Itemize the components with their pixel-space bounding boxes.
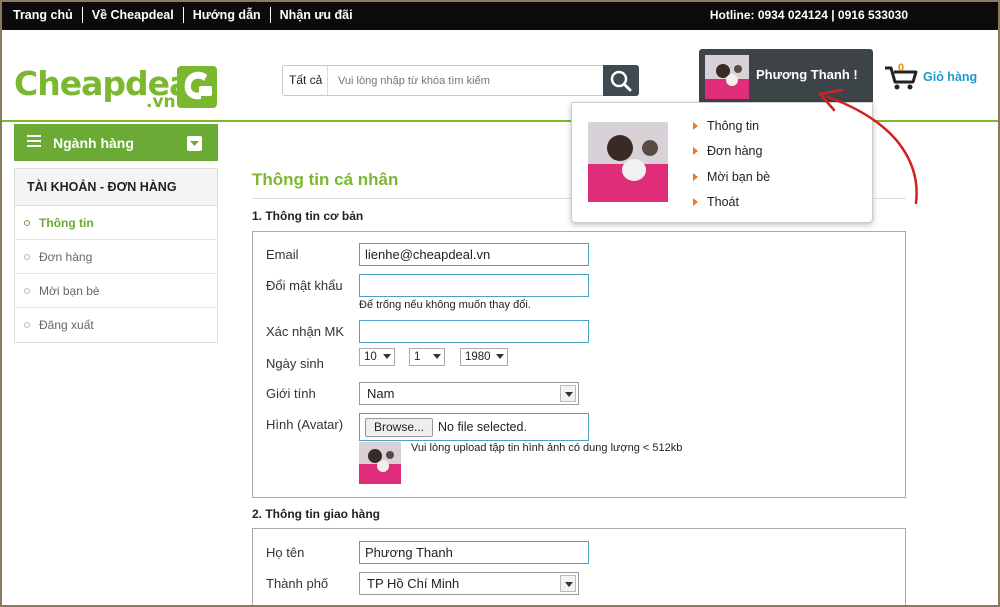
browse-button[interactable]: Browse... <box>365 418 434 437</box>
sidebar-item-label: Đăng xuất <box>39 318 94 332</box>
sidebar-item-label: Đơn hàng <box>39 250 93 264</box>
sidebar-item-label: Mời bạn bè <box>39 284 100 298</box>
user-avatar <box>705 55 749 99</box>
city-value: TP Hồ Chí Minh <box>367 576 460 591</box>
dropdown-item-logout[interactable]: Thoát <box>693 195 739 209</box>
dropdown-item-orders[interactable]: Đơn hàng <box>692 144 762 158</box>
birth-day-value: 10 <box>364 351 377 363</box>
bullet-icon <box>24 322 30 328</box>
birth-year-select[interactable]: 1980 <box>460 348 508 366</box>
gender-select[interactable]: Nam <box>359 382 579 405</box>
nav-home-link[interactable]: Trang chủ <box>4 7 83 23</box>
logo-mark-icon <box>177 66 217 108</box>
sidebar-item-invite[interactable]: Mời bạn bè <box>15 274 217 308</box>
search-bar: Tất cả <box>282 65 639 96</box>
bullet-icon <box>24 220 30 226</box>
avatar-hint: Vui lòng upload tập tin hình ảnh có dung… <box>411 442 683 454</box>
chevron-down-icon <box>496 354 504 359</box>
chevron-down-icon <box>560 575 576 592</box>
chevron-down-icon <box>383 354 391 359</box>
avatar-preview-image <box>359 442 401 484</box>
nav-about-link[interactable]: Về Cheapdeal <box>83 7 184 23</box>
sidebar-item-info[interactable]: Thông tin <box>15 206 217 240</box>
birth-day-select[interactable]: 10 <box>359 348 395 366</box>
fullname-label: Họ tên <box>266 545 305 560</box>
sidebar-item-label: Thông tin <box>39 216 94 230</box>
birth-year-value: 1980 <box>465 351 491 363</box>
search-button[interactable] <box>603 65 639 96</box>
birth-month-value: 1 <box>414 351 421 363</box>
logo[interactable]: Cheapdeal .vn <box>14 66 219 112</box>
top-nav: Trang chủ Về Cheapdeal Hướng dẫn Nhận ưu… <box>4 0 362 30</box>
fullname-field[interactable]: Phương Thanh <box>359 541 589 564</box>
shipping-info-box <box>252 528 906 607</box>
chevron-down-icon <box>433 354 441 359</box>
chevron-down-icon <box>560 385 576 402</box>
no-file-text: No file selected. <box>438 420 527 434</box>
sidebar-item-orders[interactable]: Đơn hàng <box>15 240 217 274</box>
city-select[interactable]: TP Hồ Chí Minh <box>359 572 579 595</box>
confirm-password-field[interactable] <box>359 320 589 343</box>
cart-label: Giỏ hàng <box>923 70 978 84</box>
bullet-icon <box>24 288 30 294</box>
nav-guide-link[interactable]: Hướng dẫn <box>184 7 271 23</box>
cart-count-badge: 0 <box>898 62 905 74</box>
annotation-arrow-icon <box>818 88 918 205</box>
birth-month-select[interactable]: 1 <box>409 348 445 366</box>
hotline-text: Hotline: 0934 024124 | 0916 533030 <box>709 8 908 22</box>
chevron-down-icon <box>187 136 202 151</box>
search-category-select[interactable]: Tất cả <box>283 66 328 95</box>
category-menu-label: Ngành hàng <box>53 135 134 151</box>
category-menu-button[interactable]: Ngành hàng <box>14 124 218 161</box>
city-label: Thành phố <box>266 576 329 591</box>
gender-label: Giới tính <box>266 386 316 401</box>
basic-info-box <box>252 231 906 498</box>
search-icon <box>610 70 632 92</box>
password-hint: Để trống nếu không muốn thay đổi. <box>359 299 531 311</box>
avatar-label: Hình (Avatar) <box>266 417 344 432</box>
hamburger-icon <box>27 135 41 147</box>
logo-suffix: .vn <box>146 92 176 112</box>
section-basic-title: 1. Thông tin cơ bản <box>252 209 364 223</box>
top-bar: Trang chủ Về Cheapdeal Hướng dẫn Nhận ưu… <box>0 0 1000 30</box>
user-dropdown-avatar <box>588 122 668 202</box>
bullet-icon <box>24 254 30 260</box>
email-label: Email <box>266 247 299 262</box>
page-title: Thông tin cá nhân <box>252 170 399 189</box>
email-field[interactable]: lienhe@cheapdeal.vn <box>359 243 589 266</box>
sidebar-item-logout[interactable]: Đăng xuất <box>15 308 217 342</box>
password-field[interactable] <box>359 274 589 297</box>
dropdown-item-invite[interactable]: Mời bạn bè <box>692 170 770 184</box>
search-input[interactable] <box>338 66 598 95</box>
avatar-file-input: Browse... No file selected. <box>359 413 589 441</box>
account-menu-title: TÀI KHOẢN - ĐƠN HÀNG <box>15 169 217 206</box>
account-menu: TÀI KHOẢN - ĐƠN HÀNG Thông tin Đơn hàng … <box>14 168 218 343</box>
gender-value: Nam <box>367 386 395 401</box>
dropdown-item-info[interactable]: Thông tin <box>692 119 759 133</box>
nav-offers-link[interactable]: Nhận ưu đãi <box>271 7 362 23</box>
password-label: Đổi mật khẩu <box>266 278 343 293</box>
section-shipping-title: 2. Thông tin giao hàng <box>252 507 380 521</box>
birthday-label: Ngày sinh <box>266 356 324 371</box>
confirm-password-label: Xác nhận MK <box>266 324 345 339</box>
